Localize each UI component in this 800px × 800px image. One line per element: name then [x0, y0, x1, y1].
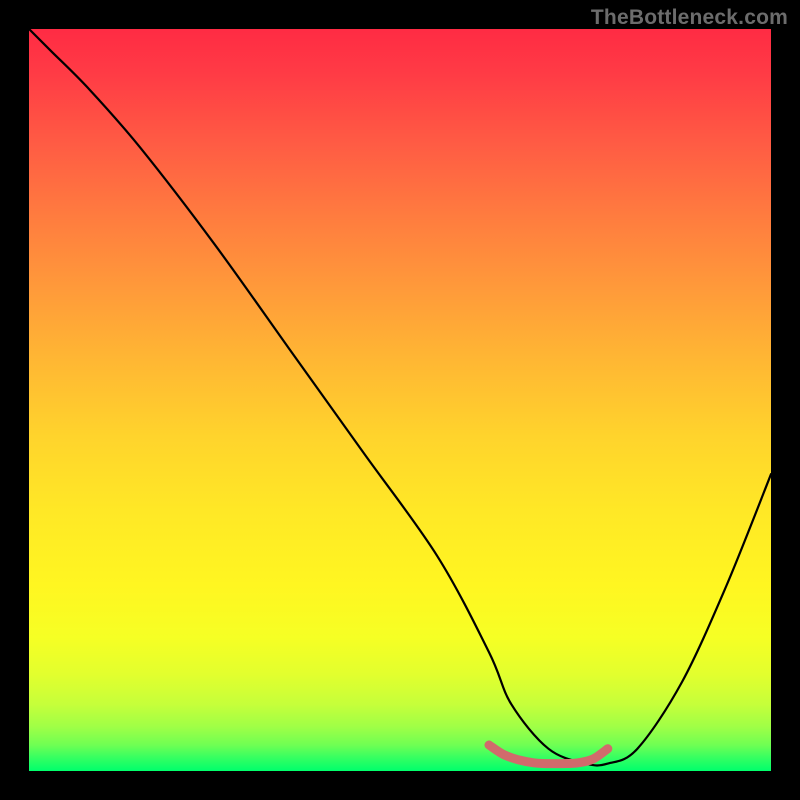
- plot-area: [29, 29, 771, 771]
- chart-frame: TheBottleneck.com: [0, 0, 800, 800]
- curve-canvas: [29, 29, 771, 771]
- bottleneck-curve: [29, 29, 771, 765]
- watermark-text: TheBottleneck.com: [591, 6, 788, 30]
